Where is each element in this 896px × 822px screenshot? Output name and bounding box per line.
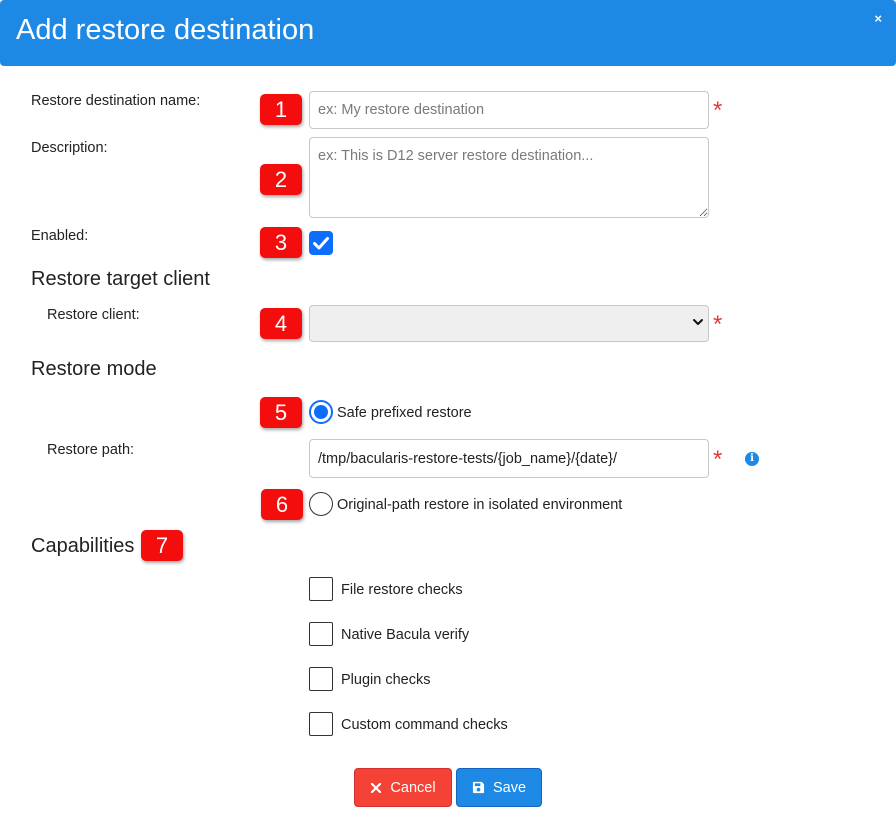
check-icon: [313, 237, 329, 250]
safe-prefixed-label: Safe prefixed restore: [337, 405, 472, 421]
annotation-badge-3: 3: [260, 227, 302, 258]
file-restore-checks-label: File restore checks: [341, 582, 463, 598]
restore-path-input[interactable]: [309, 439, 709, 478]
annotation-badge-7: 7: [141, 530, 183, 561]
restore-mode-heading: Restore mode: [31, 358, 157, 380]
name-label: Restore destination name:: [31, 93, 201, 109]
restore-client-label: Restore client:: [47, 307, 140, 323]
enabled-checkbox[interactable]: [309, 231, 333, 255]
required-asterisk: *: [713, 446, 723, 473]
required-asterisk: *: [713, 311, 723, 338]
required-asterisk: *: [713, 97, 723, 124]
original-path-radio[interactable]: [309, 492, 333, 516]
chevron-down-icon: [693, 319, 703, 325]
native-bacula-verify-label: Native Bacula verify: [341, 627, 470, 643]
dialog-header: Add restore destination ×: [0, 0, 896, 66]
add-restore-destination-dialog: Add restore destination × Restore destin…: [0, 0, 896, 822]
annotation-badge-2: 2: [260, 164, 302, 195]
plugin-checks-label: Plugin checks: [341, 672, 431, 688]
restore-target-client-heading: Restore target client: [31, 268, 210, 290]
annotation-badge-6: 6: [261, 489, 303, 520]
custom-command-checks-label: Custom command checks: [341, 717, 508, 733]
native-bacula-verify-checkbox[interactable]: [309, 622, 333, 646]
info-icon[interactable]: i: [745, 452, 759, 466]
description-textarea[interactable]: [309, 137, 709, 218]
save-button-label: Save: [492, 779, 527, 796]
custom-command-checks-checkbox[interactable]: [309, 712, 333, 736]
cancel-button[interactable]: Cancel: [354, 768, 452, 807]
restore-path-label: Restore path:: [47, 442, 135, 458]
description-label: Description:: [31, 140, 108, 156]
plugin-checks-checkbox[interactable]: [309, 667, 333, 691]
safe-prefixed-radio[interactable]: [309, 400, 333, 424]
annotation-badge-1: 1: [260, 94, 302, 125]
file-restore-checks-checkbox[interactable]: [309, 577, 333, 601]
annotation-badge-5: 5: [260, 397, 302, 428]
annotation-badge-4: 4: [260, 308, 302, 339]
dialog-title: Add restore destination: [16, 14, 315, 46]
save-icon: [472, 781, 485, 794]
close-icon: [371, 782, 382, 793]
capabilities-heading: Capabilities: [31, 535, 135, 557]
name-input[interactable]: [309, 91, 709, 129]
save-button[interactable]: Save: [456, 768, 542, 807]
close-button[interactable]: ×: [874, 11, 882, 26]
restore-client-select[interactable]: [309, 305, 709, 342]
original-path-label: Original-path restore in isolated enviro…: [337, 497, 623, 513]
cancel-button-label: Cancel: [390, 779, 436, 796]
enabled-label: Enabled:: [31, 228, 89, 244]
